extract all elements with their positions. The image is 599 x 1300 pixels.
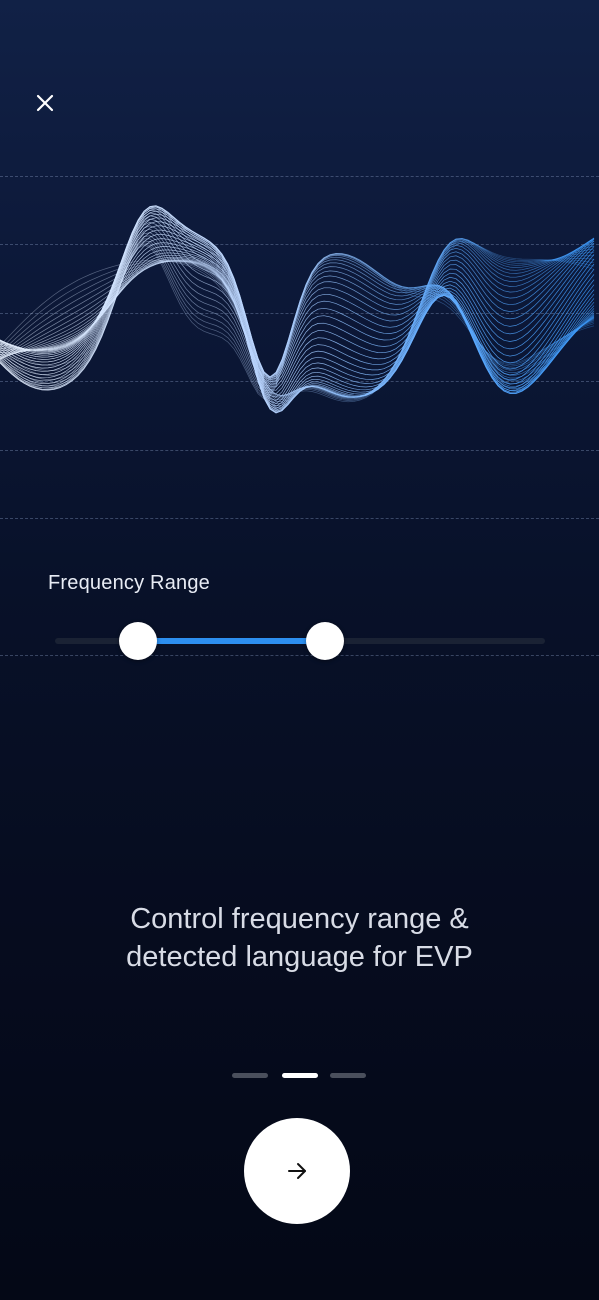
waveform-line	[0, 242, 595, 403]
page-indicator	[232, 1073, 368, 1079]
slider-thumb-max[interactable]	[305, 622, 344, 660]
slider-thumb-min[interactable]	[119, 622, 158, 660]
next-button[interactable]	[244, 1118, 350, 1224]
page-dot-3[interactable]	[330, 1073, 366, 1078]
arrow-right-icon	[288, 1163, 306, 1179]
close-button[interactable]	[30, 88, 60, 118]
close-icon	[36, 94, 54, 112]
waveform-visualization	[0, 205, 595, 414]
caption-line-2: detected language for EVP	[126, 941, 473, 973]
frequency-range-slider[interactable]	[55, 622, 545, 662]
waveform-line	[0, 210, 595, 395]
waveform-line	[0, 244, 595, 400]
slider-fill	[138, 638, 325, 644]
page-dot-2[interactable]	[282, 1073, 318, 1078]
onboarding-caption: Control frequency range & detected langu…	[0, 900, 599, 976]
onboarding-screen: Frequency Range Control frequency range …	[0, 0, 599, 1300]
page-dot-1[interactable]	[232, 1073, 268, 1078]
frequency-range-label: Frequency Range	[48, 572, 210, 594]
caption-line-1: Control frequency range &	[130, 903, 469, 935]
